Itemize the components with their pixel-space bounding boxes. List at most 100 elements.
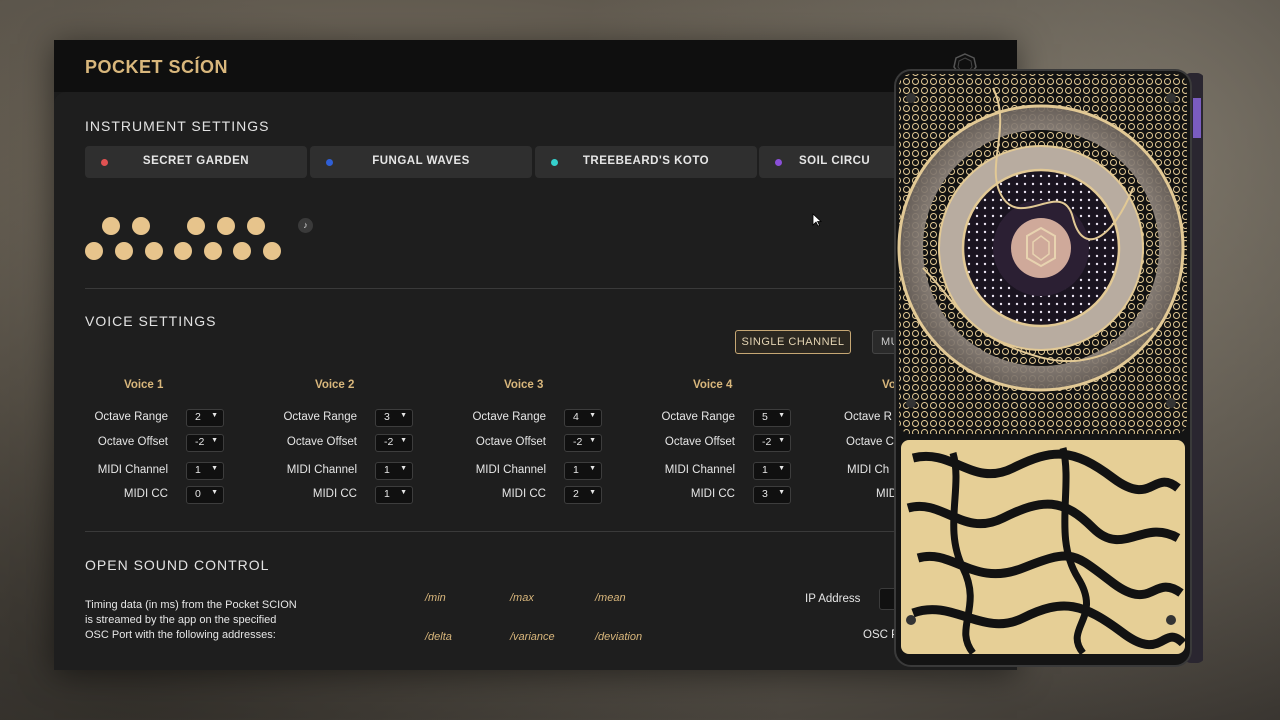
title-bar: POCKET SCÍON: [54, 40, 1017, 92]
mouse-cursor-icon: [812, 213, 822, 227]
midi-channel-label: MIDI Channel: [286, 464, 357, 476]
octave-range-select[interactable]: 4 ▼: [564, 409, 602, 427]
midi-cc-select[interactable]: 1 ▼: [375, 486, 413, 504]
music-note-icon[interactable]: ♪: [298, 218, 313, 233]
midi-channel-select[interactable]: 1 ▼: [186, 462, 224, 480]
scale-key[interactable]: [204, 242, 222, 260]
midi-cc-label: MIDI CC: [312, 488, 357, 500]
octave-offset-select[interactable]: -2 ▼: [375, 434, 413, 452]
tab-label: TREEBEARD'S KOTO: [582, 155, 710, 167]
octave-offset-label: Octave Offset: [664, 436, 735, 448]
dropdown-arrow-icon: ▼: [400, 489, 407, 496]
octave-range-select[interactable]: 2 ▼: [186, 409, 224, 427]
dropdown-arrow-icon: ▼: [778, 465, 785, 472]
scale-key[interactable]: [217, 217, 235, 235]
select-value: 3: [762, 488, 768, 500]
select-value: 3: [384, 411, 390, 423]
scale-key[interactable]: [247, 217, 265, 235]
osc-heading: OPEN SOUND CONTROL: [85, 557, 270, 573]
select-value: -2: [573, 436, 583, 448]
select-value: 1: [573, 464, 579, 476]
select-value: 1: [195, 464, 201, 476]
tab-treebeards-koto[interactable]: TREEBEARD'S KOTO: [535, 146, 757, 178]
octave-range-select[interactable]: 3 ▼: [375, 409, 413, 427]
octave-offset-label: Octave Offset: [475, 436, 546, 448]
voice-1-heading: Voice 1: [124, 379, 164, 391]
osc-address: /deviation: [595, 631, 643, 643]
midi-channel-label: MIDI Channel: [475, 464, 546, 476]
octave-range-label: Octave Range: [94, 411, 168, 423]
octave-offset-label: Octave Offset: [97, 436, 168, 448]
dropdown-arrow-icon: ▼: [589, 437, 596, 444]
voice-settings-heading: VOICE SETTINGS: [85, 313, 217, 329]
single-channel-button[interactable]: SINGLE CHANNEL: [735, 330, 851, 354]
select-value: 2: [573, 488, 579, 500]
scale-key[interactable]: [85, 242, 103, 260]
dropdown-arrow-icon: ▼: [211, 465, 218, 472]
tab-label: SECRET GARDEN: [142, 155, 250, 167]
select-value: 1: [384, 464, 390, 476]
voice-3-heading: Voice 3: [504, 379, 544, 391]
dropdown-arrow-icon: ▼: [778, 489, 785, 496]
app-window: POCKET SCÍON INSTRUMENT SETTINGS SECRET …: [54, 40, 1017, 670]
select-value: -2: [762, 436, 772, 448]
dropdown-arrow-icon: ▼: [589, 465, 596, 472]
osc-address: /delta: [425, 631, 452, 643]
tab-label: FUNGAL WAVES: [372, 155, 470, 167]
scale-key[interactable]: [132, 217, 150, 235]
dropdown-arrow-icon: ▼: [211, 437, 218, 444]
osc-address: /max: [510, 592, 534, 604]
osc-address: /mean: [595, 592, 626, 604]
dropdown-arrow-icon: ▼: [778, 412, 785, 419]
select-value: -2: [384, 436, 394, 448]
dropdown-arrow-icon: ▼: [400, 437, 407, 444]
select-value: 5: [762, 411, 768, 423]
midi-cc-select[interactable]: 3 ▼: [753, 486, 791, 504]
scale-key[interactable]: [174, 242, 192, 260]
scale-key[interactable]: [102, 217, 120, 235]
scale-key[interactable]: [187, 217, 205, 235]
osc-description-line: OSC Port with the following addresses:: [85, 629, 276, 641]
octave-range-select[interactable]: 5 ▼: [753, 409, 791, 427]
scale-key[interactable]: [263, 242, 281, 260]
select-value: 4: [573, 411, 579, 423]
midi-channel-select[interactable]: 1 ▼: [753, 462, 791, 480]
scale-key[interactable]: [115, 242, 133, 260]
select-value: 1: [762, 464, 768, 476]
octave-offset-select[interactable]: -2 ▼: [753, 434, 791, 452]
scale-key[interactable]: [145, 242, 163, 260]
scale-key[interactable]: [233, 242, 251, 260]
tab-secret-garden[interactable]: SECRET GARDEN: [85, 146, 307, 178]
osc-description-line: is streamed by the app on the specified: [85, 614, 277, 626]
osc-description: Timing data (in ms) from the Pocket SCIO…: [85, 598, 355, 643]
section-divider: [85, 288, 985, 289]
midi-cc-select[interactable]: 2 ▼: [564, 486, 602, 504]
voice-2-heading: Voice 2: [315, 379, 355, 391]
dropdown-arrow-icon: ▼: [778, 437, 785, 444]
tab-fungal-waves[interactable]: FUNGAL WAVES: [310, 146, 532, 178]
dropdown-arrow-icon: ▼: [400, 412, 407, 419]
midi-channel-select[interactable]: 1 ▼: [564, 462, 602, 480]
dropdown-arrow-icon: ▼: [211, 489, 218, 496]
select-value: 1: [384, 488, 390, 500]
select-value: 2: [195, 411, 201, 423]
pocket-scion-device-image: [894, 69, 1203, 667]
select-value: -2: [195, 436, 205, 448]
octave-range-label: Octave Range: [472, 411, 546, 423]
midi-channel-select[interactable]: 1 ▼: [375, 462, 413, 480]
dropdown-arrow-icon: ▼: [400, 465, 407, 472]
octave-offset-select[interactable]: -2 ▼: [564, 434, 602, 452]
app-title: POCKET SCÍON: [85, 57, 229, 77]
dropdown-arrow-icon: ▼: [211, 412, 218, 419]
osc-address: /variance: [510, 631, 555, 643]
dropdown-arrow-icon: ▼: [589, 489, 596, 496]
color-dot: [775, 159, 782, 166]
midi-channel-label: MIDI Channel: [664, 464, 735, 476]
octave-offset-label: Octave Offset: [286, 436, 357, 448]
section-divider: [85, 531, 985, 532]
osc-description-line: Timing data (in ms) from the Pocket SCIO…: [85, 599, 297, 611]
octave-offset-select[interactable]: -2 ▼: [186, 434, 224, 452]
midi-cc-label: MIDI CC: [690, 488, 735, 500]
ip-address-label: IP Address: [805, 593, 861, 605]
midi-cc-select[interactable]: 0 ▼: [186, 486, 224, 504]
